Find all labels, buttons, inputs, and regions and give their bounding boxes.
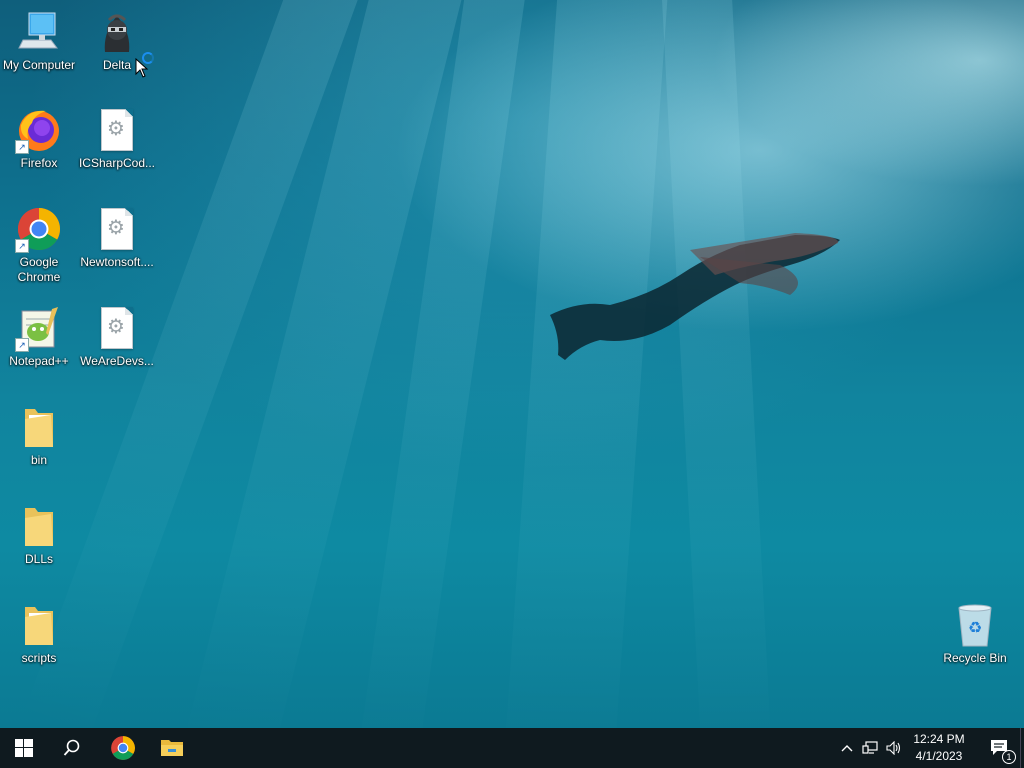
gear-file-icon: ⚙ xyxy=(93,205,141,253)
chrome-icon: ↗ xyxy=(15,205,63,253)
desktop-icon-firefox[interactable]: ↗ Firefox xyxy=(0,106,78,171)
desktop-icon-label: bin xyxy=(30,453,47,467)
chrome-icon xyxy=(111,736,135,760)
desktop-icon-my-computer[interactable]: My Computer xyxy=(0,8,78,73)
desktop-icon-scripts-folder[interactable]: scripts xyxy=(0,601,78,666)
start-icon xyxy=(15,739,33,757)
firefox-icon: ↗ xyxy=(15,106,63,154)
clock-date: 4/1/2023 xyxy=(915,749,963,763)
search-button[interactable] xyxy=(48,728,96,768)
svg-text:♻: ♻ xyxy=(968,618,982,637)
desktop-icon-label: WeAreDevs... xyxy=(80,354,154,368)
shortcut-arrow-icon: ↗ xyxy=(15,140,29,154)
notification-badge: 1 xyxy=(1002,750,1016,764)
gear-file-icon: ⚙ xyxy=(93,106,141,154)
desktop-icon-icsharpcode[interactable]: ⚙ ICSharpCod... xyxy=(78,106,156,171)
show-desktop-button[interactable] xyxy=(1020,728,1024,768)
busy-spinner-icon xyxy=(142,52,154,64)
gear-file-icon: ⚙ xyxy=(93,304,141,352)
volume-icon[interactable] xyxy=(882,741,906,755)
action-center-button[interactable]: 1 xyxy=(976,728,1024,768)
shortcut-arrow-icon: ↗ xyxy=(15,338,29,352)
desktop-icon-label: Recycle Bin xyxy=(943,651,1007,665)
desktop-icon-label: ICSharpCod... xyxy=(78,156,156,170)
desktop-icon-label: Firefox xyxy=(20,156,58,170)
computer-icon xyxy=(15,8,63,56)
desktop-icon-label: My Computer xyxy=(2,58,76,72)
folder-icon xyxy=(15,601,63,649)
taskbar-clock[interactable]: 12:24 PM 4/1/2023 xyxy=(906,731,972,765)
desktop-icon-label: Notepad++ xyxy=(9,354,69,368)
desktop-icon-label: Newtonsoft.... xyxy=(80,255,154,269)
file-explorer-icon xyxy=(161,740,183,756)
chevron-up-icon[interactable] xyxy=(836,744,858,752)
ninja-icon xyxy=(93,8,141,56)
network-icon[interactable] xyxy=(858,741,882,755)
desktop-icon-dlls-folder[interactable]: DLLs xyxy=(0,502,78,567)
desktop-icon-notepad-plus-plus[interactable]: ↗ Notepad++ xyxy=(0,304,78,369)
taskbar: 12:24 PM 4/1/2023 1 xyxy=(0,728,1024,768)
desktop-icon-wearedevs[interactable]: ⚙ WeAreDevs... xyxy=(78,304,156,369)
taskbar-file-explorer-button[interactable] xyxy=(148,728,196,768)
desktop-icon-label: scripts xyxy=(21,651,57,665)
recycle-bin-icon: ♻ xyxy=(951,601,999,649)
desktop-icon-recycle-bin[interactable]: ♻ Recycle Bin xyxy=(936,601,1014,666)
desktop-icon-bin-folder[interactable]: bin xyxy=(0,403,78,468)
shortcut-arrow-icon: ↗ xyxy=(15,239,29,253)
system-tray xyxy=(836,728,906,768)
desktop-icon-google-chrome[interactable]: ↗ Google Chrome xyxy=(0,205,78,285)
desktop-icon-label: DLLs xyxy=(24,552,53,566)
start-button[interactable] xyxy=(0,728,48,768)
swimmer-image xyxy=(550,233,840,360)
folder-icon xyxy=(15,502,63,550)
search-icon xyxy=(63,739,80,756)
desktop-icon-label: Google Chrome xyxy=(17,255,61,284)
folder-icon xyxy=(15,403,63,451)
taskbar-chrome-button[interactable] xyxy=(99,728,147,768)
notepad-plus-plus-icon: ↗ xyxy=(15,304,63,352)
clock-time: 12:24 PM xyxy=(913,732,965,746)
desktop-icon-newtonsoft[interactable]: ⚙ Newtonsoft.... xyxy=(78,205,156,270)
